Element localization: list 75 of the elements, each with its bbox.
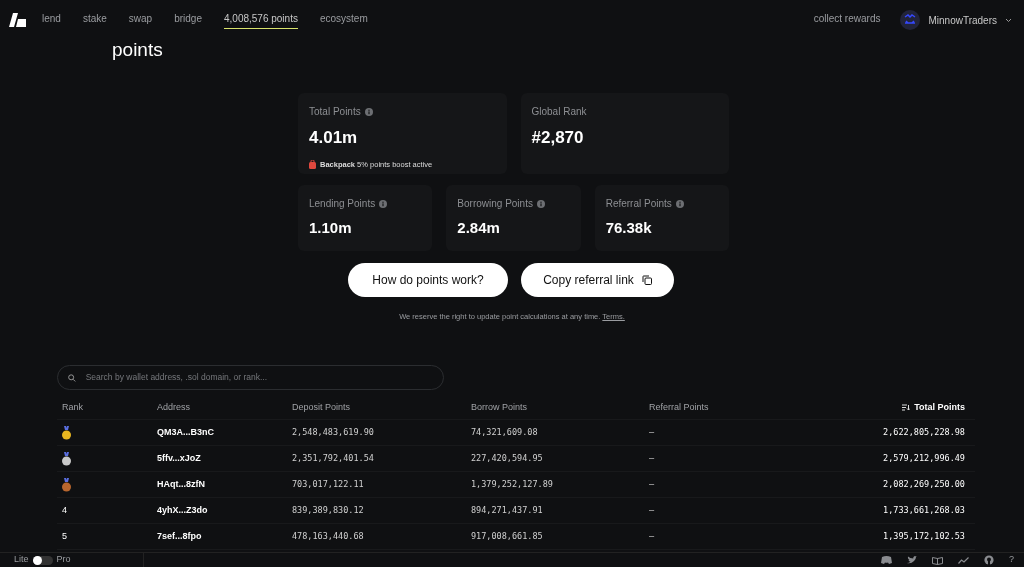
column-header: Rank bbox=[62, 401, 84, 414]
info-icon[interactable] bbox=[364, 107, 373, 116]
book-icon[interactable] bbox=[932, 555, 943, 565]
lite-label: Lite bbox=[14, 553, 29, 567]
column-header[interactable]: Total Points bbox=[914, 401, 965, 415]
table-cell-text: – bbox=[649, 530, 656, 544]
logo-icon[interactable] bbox=[9, 13, 26, 27]
table-cell-text: 894,271,437.91 bbox=[471, 504, 544, 518]
table-cell-text: 478,163,440.68 bbox=[292, 530, 365, 544]
stat-value: 2.84m bbox=[457, 218, 501, 238]
table-cell-text: 2,351,792,401.54 bbox=[292, 452, 375, 466]
column-header: Referral Points bbox=[649, 401, 710, 414]
chat-icon[interactable] bbox=[881, 556, 892, 564]
table-cell-text: 227,420,594.95 bbox=[471, 452, 544, 466]
stat-label: Borrowing Points bbox=[457, 197, 533, 211]
stat-label: Total Points bbox=[309, 105, 361, 119]
address-cell[interactable]: 5ffv...xJoZ bbox=[157, 452, 292, 466]
stat-value: 76.38k bbox=[605, 218, 653, 238]
table-cell-text: – bbox=[649, 504, 656, 518]
rank-cell-text: 4 bbox=[62, 504, 68, 517]
nav-link[interactable]: ecosystem bbox=[319, 11, 368, 29]
column-header: Deposit Points bbox=[292, 401, 352, 414]
copy-icon bbox=[641, 275, 652, 285]
info-icon[interactable] bbox=[675, 199, 684, 208]
table-cell-text: 917,008,661.85 bbox=[471, 530, 544, 544]
rank-cell-text: 5 bbox=[62, 530, 68, 543]
table-cell-text: – bbox=[649, 452, 656, 466]
stat-label: Global Rank bbox=[531, 105, 588, 119]
nav-link[interactable]: stake bbox=[82, 11, 107, 29]
table-cell-text: – bbox=[649, 478, 656, 492]
github-icon[interactable] bbox=[984, 555, 994, 565]
how-points-button[interactable]: How do points work? bbox=[348, 263, 508, 297]
stat-label: Referral Points bbox=[605, 197, 672, 211]
address-cell[interactable]: HAqt...8zfN bbox=[157, 478, 292, 492]
info-icon[interactable] bbox=[536, 199, 545, 208]
stat-value: 1.10m bbox=[309, 218, 353, 238]
address-cell[interactable]: QM3A...B3nC bbox=[157, 426, 292, 440]
address-cell[interactable]: 7sef...8fpo bbox=[157, 530, 292, 544]
nav-link[interactable]: swap bbox=[128, 11, 153, 29]
nav-link[interactable]: lend bbox=[42, 11, 61, 29]
help-link[interactable]: ? bbox=[1009, 553, 1014, 567]
table-cell-text: – bbox=[649, 426, 656, 440]
nav-link[interactable]: bridge bbox=[174, 11, 202, 29]
stat-label: Lending Points bbox=[309, 197, 376, 211]
account-name[interactable]: MinnowTraders bbox=[928, 12, 997, 28]
table-cell-text: 2,622,805,228.98 bbox=[882, 426, 965, 440]
table-cell-text: 1,395,172,102.53 bbox=[882, 530, 965, 544]
chevron-down-icon[interactable] bbox=[1005, 17, 1012, 23]
backpack-icon bbox=[309, 159, 316, 169]
table-cell-text: 839,389,830.12 bbox=[292, 504, 365, 518]
nav-link[interactable]: 4,008,576 points bbox=[224, 11, 298, 29]
collect-rewards-link[interactable]: collect rewards bbox=[813, 11, 881, 29]
table-cell-text: 1,379,252,127.89 bbox=[471, 478, 554, 492]
table-cell-text: 703,017,122.11 bbox=[292, 478, 365, 492]
trend-icon[interactable] bbox=[958, 556, 969, 564]
avatar-icon bbox=[900, 10, 921, 30]
table-cell-text: 2,579,212,996.49 bbox=[882, 452, 965, 466]
bird-icon[interactable] bbox=[907, 556, 917, 564]
table-cell-text: 1,733,661,268.03 bbox=[882, 504, 965, 518]
pro-label: Pro bbox=[56, 553, 71, 567]
info-icon[interactable] bbox=[379, 199, 388, 208]
stat-value: 4.01m bbox=[309, 127, 359, 149]
table-cell-text: 2,082,269,250.00 bbox=[882, 478, 965, 492]
column-header: Address bbox=[157, 401, 192, 414]
column-header: Borrow Points bbox=[471, 401, 529, 414]
mode-switch[interactable] bbox=[32, 555, 53, 565]
copy-referral-button[interactable]: Copy referral link bbox=[521, 263, 674, 297]
search-input[interactable]: Search by wallet address, .sol domain, or rank... bbox=[83, 370, 433, 386]
table-cell-text: 74,321,609.08 bbox=[471, 426, 539, 440]
address-cell[interactable]: 4yhX...Z3do bbox=[157, 504, 292, 518]
table-cell-text: 2,548,483,619.90 bbox=[292, 426, 375, 440]
stat-value: #2,870 bbox=[531, 127, 585, 149]
sort-icon[interactable] bbox=[902, 404, 911, 412]
page-title: points bbox=[112, 40, 164, 60]
search-icon bbox=[68, 373, 76, 382]
